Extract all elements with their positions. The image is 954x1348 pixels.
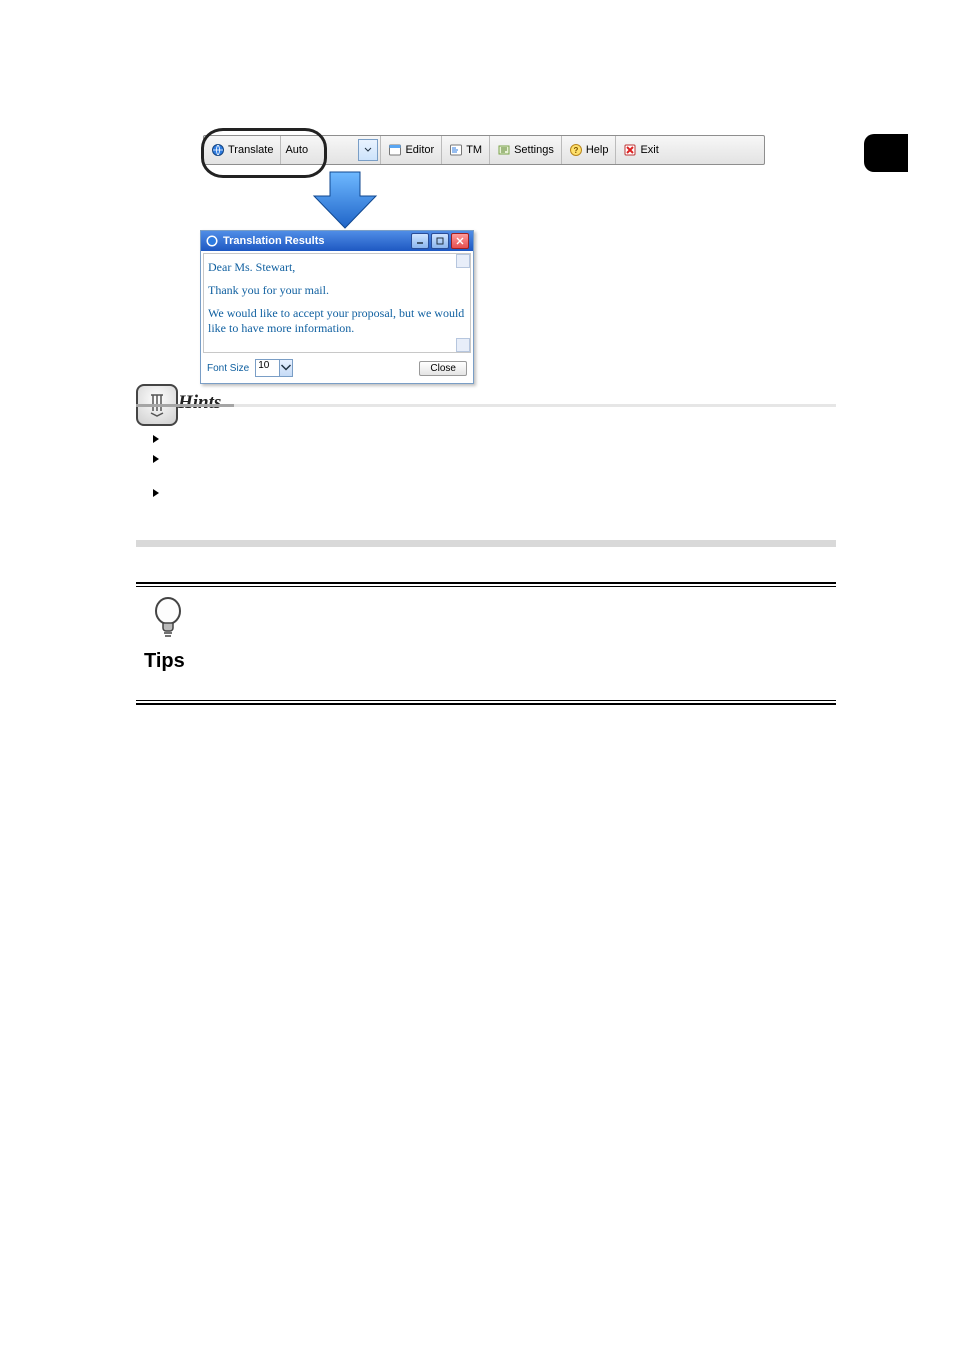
exit-button[interactable]: Exit [616,136,665,164]
toolbar: Translate Auto Editor TM [203,135,765,165]
exit-label: Exit [640,144,658,156]
bullet-arrow-icon [152,452,162,468]
tm-button[interactable]: TM [442,136,490,164]
tm-label: TM [466,144,482,156]
settings-button[interactable]: Settings [490,136,562,164]
help-icon: ? [569,143,583,157]
help-label: Help [586,144,609,156]
editor-label: Editor [405,144,434,156]
toolbar-inner: Translate Auto Editor TM [203,135,765,165]
down-arrow-annotation [310,170,380,230]
result-line-3: We would like to accept your proposal, b… [208,306,466,336]
tm-icon [449,143,463,157]
hint-text-1 [172,432,836,448]
translate-button[interactable]: Translate [204,136,281,164]
list-item [152,432,836,448]
hint-text-3 [172,486,836,502]
tips-heading: Tips [144,650,185,673]
window-title: Translation Results [223,235,407,247]
window-controls [411,233,469,249]
direction-dropdown[interactable]: Auto [281,136,381,164]
hints-rule [136,404,836,407]
hints-heading: Hints [178,392,221,414]
bullet-arrow-icon [152,486,162,502]
settings-icon [497,143,511,157]
hints-bottom-rule [136,540,836,547]
result-line-1: Dear Ms. Stewart, [208,260,466,275]
tips-rule-bottom [136,700,836,705]
svg-text:?: ? [573,146,578,155]
close-window-button[interactable] [451,233,469,249]
result-line-2: Thank you for your mail. [208,283,466,298]
bullet-arrow-icon [152,432,162,448]
editor-button[interactable]: Editor [381,136,442,164]
close-button[interactable]: Close [419,361,467,376]
title-bar[interactable]: Translation Results [201,231,473,251]
document-page: Translate Auto Editor TM [0,0,954,1348]
font-size-dropdown[interactable]: 10 [255,359,293,377]
scroll-up-button[interactable] [456,254,470,268]
list-item [152,452,836,468]
tips-rule-top [136,582,836,587]
translation-results-window: Translation Results Dear Ms. Stewart, Th… [200,230,474,384]
maximize-button[interactable] [431,233,449,249]
chevron-down-icon [279,360,292,376]
results-body: Dear Ms. Stewart, Thank you for your mai… [203,253,471,353]
tips-icon [146,595,190,648]
font-size-control: Font Size 10 [207,359,293,377]
font-size-value: 10 [258,360,269,371]
settings-label: Settings [514,144,554,156]
side-tab [864,134,908,172]
minimize-button[interactable] [411,233,429,249]
results-footer: Font Size 10 Close [201,355,473,383]
help-button[interactable]: ? Help [562,136,617,164]
chevron-down-icon [358,139,378,161]
globe-icon [211,143,225,157]
hint-text-2 [172,452,836,468]
list-item [152,486,836,502]
direction-value: Auto [285,144,308,156]
font-size-label: Font Size [207,363,249,374]
scroll-down-button[interactable] [456,338,470,352]
exit-icon [623,143,637,157]
editor-icon [388,143,402,157]
app-icon [205,234,219,248]
translate-label: Translate [228,144,273,156]
hints-list [152,432,836,507]
